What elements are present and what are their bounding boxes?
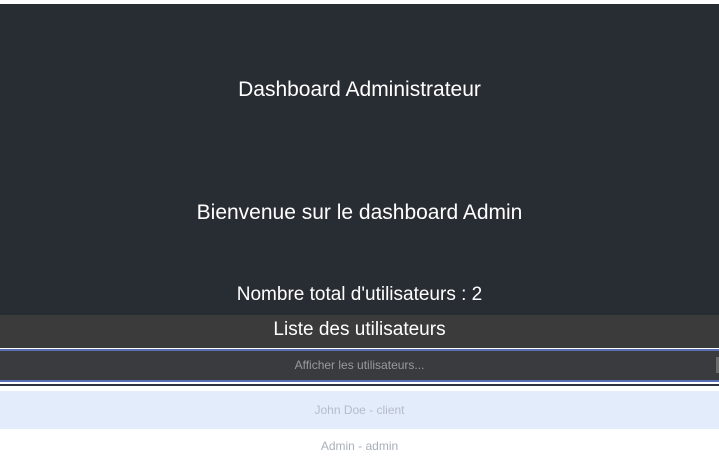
total-users-count: Nombre total d'utilisateurs : 2: [236, 284, 483, 305]
show-users-toggle[interactable]: Afficher les utilisateurs...: [0, 349, 719, 382]
users-list: John Doe - client Admin - admin: [0, 391, 719, 463]
dashboard-panel: Dashboard Administrateur Bienvenue sur l…: [0, 4, 719, 315]
divider: [0, 384, 719, 386]
list-item[interactable]: John Doe - client: [0, 391, 719, 429]
admin-dashboard-page: Dashboard Administrateur Bienvenue sur l…: [0, 0, 719, 463]
show-users-toggle-label: Afficher les utilisateurs...: [294, 358, 425, 372]
welcome-message: Bienvenue sur le dashboard Admin: [196, 201, 523, 224]
page-title: Dashboard Administrateur: [238, 78, 481, 101]
list-item[interactable]: Admin - admin: [0, 429, 719, 463]
users-list-title: Liste des utilisateurs: [0, 315, 719, 348]
